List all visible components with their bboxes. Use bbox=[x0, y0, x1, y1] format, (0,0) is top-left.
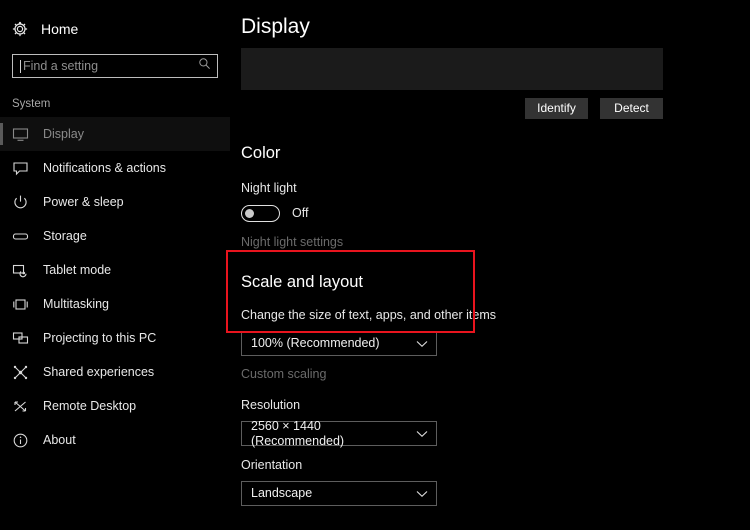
sidebar-item-label: Display bbox=[43, 127, 84, 141]
sidebar-item-power-sleep[interactable]: Power & sleep bbox=[0, 185, 230, 219]
resolution-label: Resolution bbox=[241, 398, 301, 412]
sidebar-home-label: Home bbox=[41, 21, 79, 37]
scale-layout-heading: Scale and layout bbox=[241, 273, 364, 291]
night-light-settings-link[interactable]: Night light settings bbox=[241, 235, 750, 250]
sidebar-item-remote-desktop[interactable]: Remote Desktop bbox=[0, 389, 230, 423]
sidebar-item-label: Power & sleep bbox=[43, 195, 124, 209]
tablet-mode-icon bbox=[12, 262, 29, 279]
sidebar-item-label: Multitasking bbox=[43, 297, 109, 311]
scale-dropdown[interactable]: 100% (Recommended) bbox=[241, 331, 437, 356]
sidebar-item-label: Storage bbox=[43, 229, 87, 243]
resolution-value: 2560 × 1440 (Recommended) bbox=[251, 418, 345, 448]
text-caret bbox=[20, 59, 21, 73]
chevron-down-icon bbox=[416, 425, 428, 443]
sidebar-item-label: Notifications & actions bbox=[43, 161, 166, 175]
sidebar-item-notifications[interactable]: Notifications & actions bbox=[0, 151, 230, 185]
sidebar-group-label: System bbox=[12, 98, 51, 110]
info-icon bbox=[12, 432, 29, 449]
main-content: Display Identify Detect Color Night ligh… bbox=[230, 0, 750, 530]
chevron-down-icon bbox=[416, 335, 428, 353]
change-size-label: Change the size of text, apps, and other… bbox=[241, 308, 497, 322]
search-icon[interactable] bbox=[198, 57, 211, 75]
night-light-toggle[interactable] bbox=[241, 205, 280, 222]
orientation-dropdown[interactable]: Landscape bbox=[241, 481, 437, 506]
sidebar-item-tablet-mode[interactable]: Tablet mode bbox=[0, 253, 230, 287]
notification-icon bbox=[12, 160, 29, 177]
custom-scaling-link[interactable]: Custom scaling bbox=[241, 367, 750, 382]
sidebar-item-label: Projecting to this PC bbox=[43, 331, 157, 345]
scale-value: 100% (Recommended) bbox=[251, 336, 380, 350]
sidebar-item-home[interactable]: Home bbox=[0, 14, 230, 44]
display-preview[interactable] bbox=[241, 48, 663, 90]
power-icon bbox=[12, 194, 29, 211]
settings-window: Home Find a setting System Display Notif… bbox=[0, 0, 750, 530]
search-input[interactable]: Find a setting bbox=[12, 54, 218, 78]
projecting-icon bbox=[12, 330, 29, 347]
sidebar-item-label: Tablet mode bbox=[43, 263, 112, 277]
sidebar-item-storage[interactable]: Storage bbox=[0, 219, 230, 253]
night-light-label: Night light bbox=[241, 181, 297, 195]
orientation-label: Orientation bbox=[241, 458, 303, 472]
color-section-heading: Color bbox=[241, 144, 281, 162]
sidebar-item-display[interactable]: Display bbox=[0, 117, 230, 151]
toggle-knob bbox=[245, 209, 254, 218]
multitasking-icon bbox=[12, 296, 29, 313]
sidebar-item-multitasking[interactable]: Multitasking bbox=[0, 287, 230, 321]
sidebar: Home Find a setting System Display Notif… bbox=[0, 0, 230, 530]
gear-icon bbox=[12, 21, 28, 37]
page-title: Display bbox=[241, 15, 310, 38]
orientation-value: Landscape bbox=[251, 486, 313, 500]
resolution-dropdown[interactable]: 2560 × 1440 (Recommended) bbox=[241, 418, 437, 448]
night-light-state: Off bbox=[292, 206, 309, 220]
sidebar-item-label: About bbox=[43, 433, 76, 447]
share-icon bbox=[12, 364, 29, 381]
sidebar-item-shared-experiences[interactable]: Shared experiences bbox=[0, 355, 230, 389]
remote-desktop-icon bbox=[12, 398, 29, 415]
sidebar-item-label: Remote Desktop bbox=[43, 399, 137, 413]
monitor-icon bbox=[12, 126, 29, 143]
identify-button[interactable]: Identify bbox=[525, 98, 588, 119]
sidebar-item-label: Shared experiences bbox=[43, 365, 155, 379]
sidebar-item-about[interactable]: About bbox=[0, 423, 230, 457]
selection-indicator bbox=[0, 123, 3, 145]
detect-button[interactable]: Detect bbox=[600, 98, 663, 119]
display-actions: Identify Detect bbox=[241, 98, 663, 119]
storage-icon bbox=[12, 228, 29, 245]
sidebar-item-projecting[interactable]: Projecting to this PC bbox=[0, 321, 230, 355]
chevron-down-icon bbox=[416, 485, 428, 503]
search-placeholder: Find a setting bbox=[23, 59, 99, 73]
